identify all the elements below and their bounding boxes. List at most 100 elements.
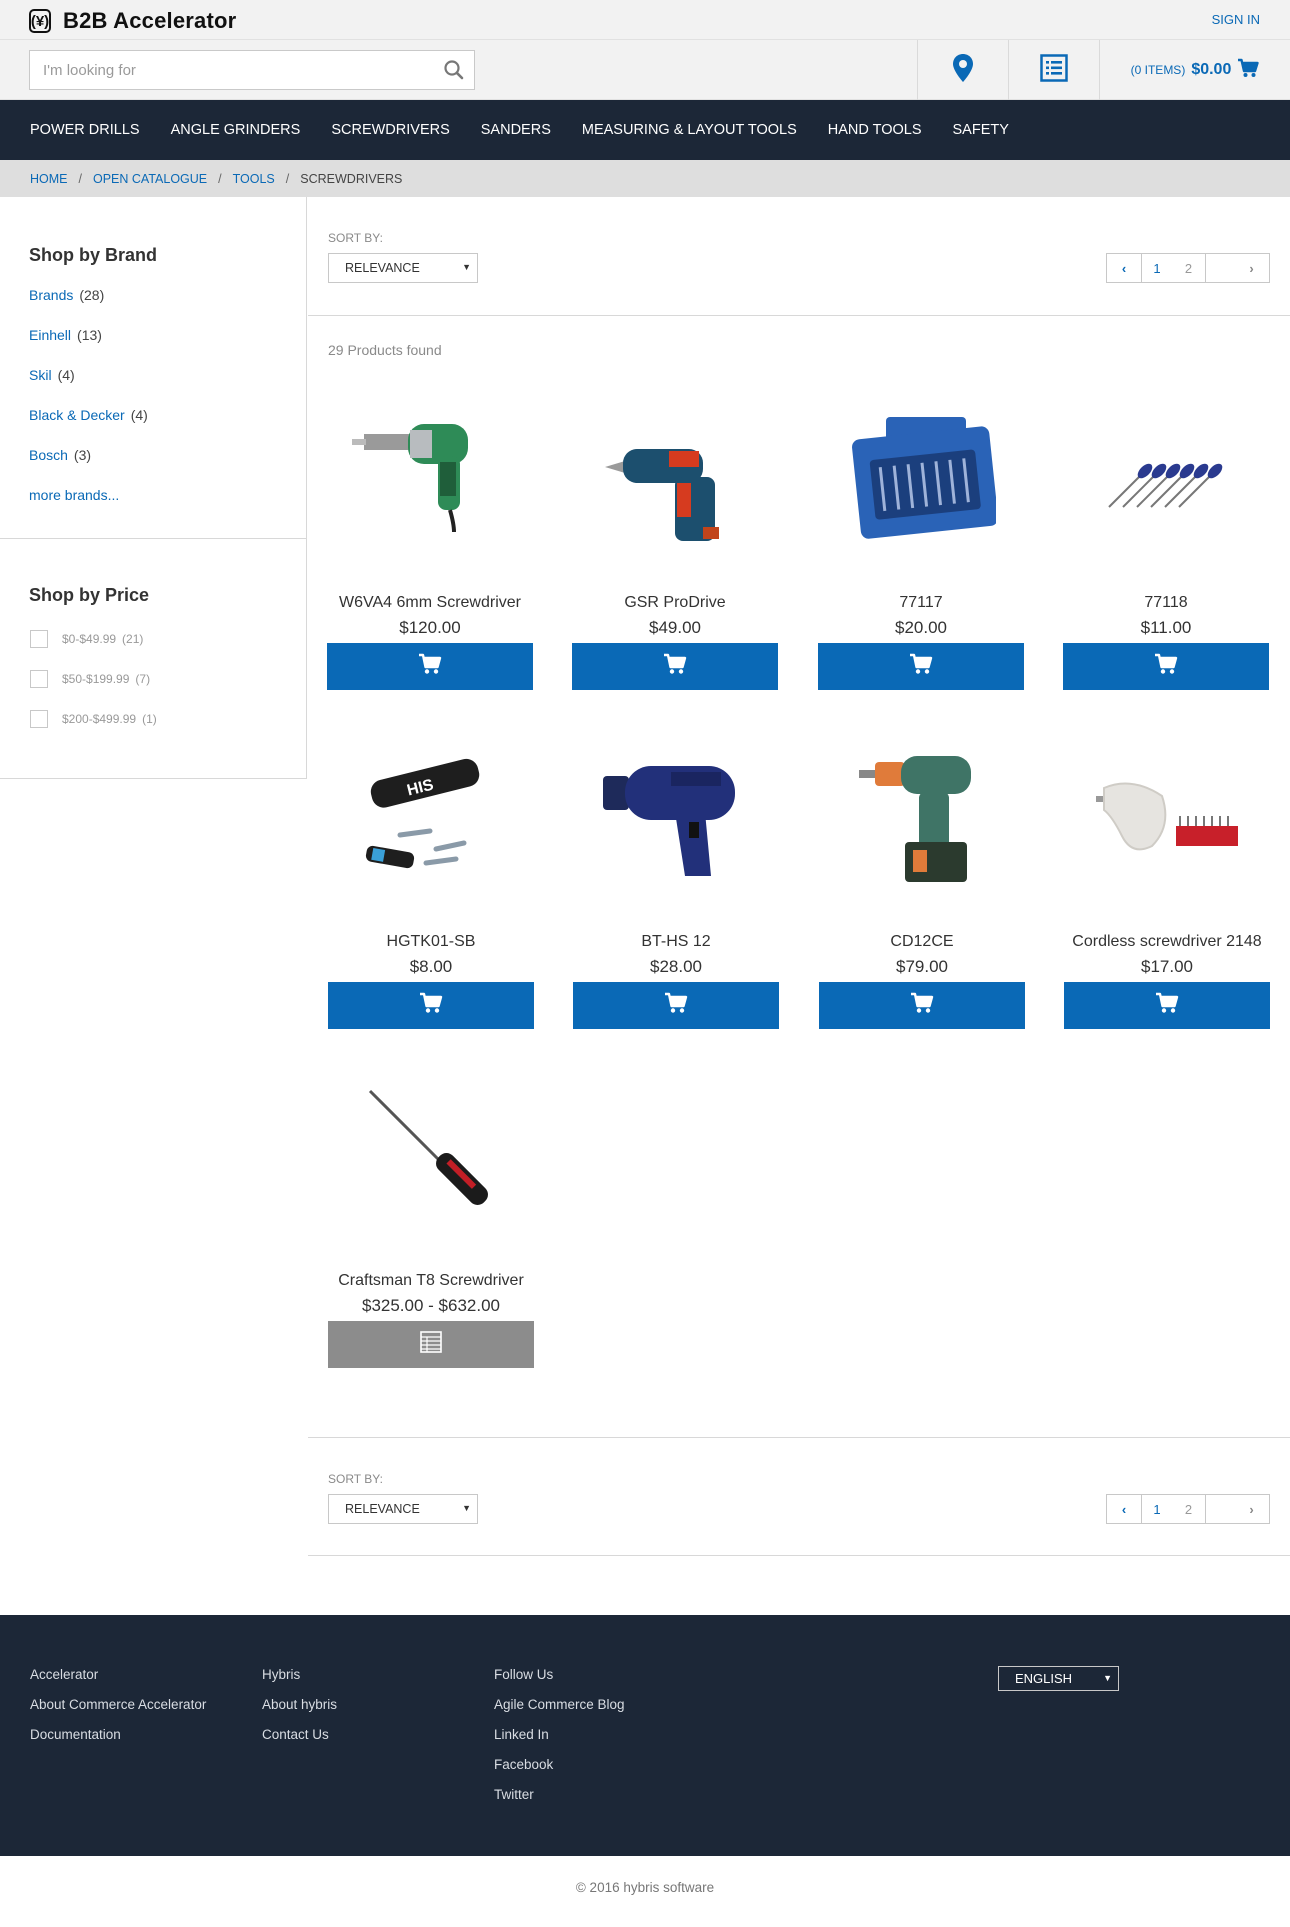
add-to-cart-button[interactable] — [819, 982, 1025, 1029]
product-image[interactable] — [337, 392, 523, 562]
product-name[interactable]: 77117 — [798, 594, 1044, 612]
mini-cart[interactable]: (0 ITEMS) $0.00 — [1099, 40, 1290, 100]
sort-label: SORT BY: — [328, 1472, 383, 1486]
cart-icon — [419, 992, 443, 1019]
pagination-page-1[interactable]: 1 — [1142, 254, 1172, 282]
price-checkbox[interactable] — [30, 670, 48, 688]
footer-link[interactable]: Twitter — [494, 1787, 625, 1817]
sort-value: RELEVANCE — [345, 261, 420, 275]
nav-item-measuring-layout-tools[interactable]: MEASURING & LAYOUT TOOLS — [582, 122, 797, 138]
product-image[interactable] — [829, 731, 1015, 901]
brand-facet-item[interactable]: Black & Decker (4) — [29, 407, 148, 447]
pagination-prev-button[interactable]: ‹ — [1107, 1495, 1142, 1523]
product-image[interactable] — [338, 1070, 524, 1240]
footer-link[interactable]: About hybris — [262, 1697, 337, 1727]
footer-link[interactable]: Linked In — [494, 1727, 625, 1757]
product-image[interactable] — [1074, 731, 1260, 901]
price-facet-item[interactable]: $0-$49.99 (21) — [30, 629, 143, 649]
brand-link[interactable]: Skil — [29, 367, 52, 383]
nav-item-power-drills[interactable]: POWER DRILLS — [30, 122, 140, 138]
product-name[interactable]: CD12CE — [799, 933, 1045, 951]
product-price: $11.00 — [1140, 618, 1192, 637]
add-to-cart-button[interactable] — [1063, 643, 1269, 690]
pagination-prev-button[interactable]: ‹ — [1107, 254, 1142, 282]
product-name[interactable]: Craftsman T8 Screwdriver — [308, 1272, 554, 1290]
brand-link[interactable]: Brands — [29, 287, 73, 303]
brand-link[interactable]: Black & Decker — [29, 407, 125, 423]
pagination: ‹ 1 2 › — [1106, 253, 1270, 283]
price-count: (21) — [122, 632, 144, 646]
sort-select[interactable]: RELEVANCE ▼ — [328, 1494, 478, 1524]
nav-item-hand-tools[interactable]: HAND TOOLS — [828, 122, 922, 138]
brand-link[interactable]: Einhell — [29, 327, 71, 343]
pagination-page-1[interactable]: 1 — [1142, 1495, 1172, 1523]
nav-item-screwdrivers[interactable]: SCREWDRIVERS — [331, 122, 449, 138]
nav-item-sanders[interactable]: SANDERS — [481, 122, 551, 138]
product-name[interactable]: W6VA4 6mm Screwdriver — [307, 594, 553, 612]
footer-link[interactable]: Facebook — [494, 1757, 625, 1787]
product-name[interactable]: HGTK01-SB — [308, 933, 554, 951]
brand-facet-item[interactable]: Bosch (3) — [29, 447, 148, 487]
product-image[interactable]: HIS — [338, 731, 524, 901]
add-to-cart-button[interactable] — [327, 643, 533, 690]
brand-facet-item[interactable]: Skil (4) — [29, 367, 148, 407]
footer-link[interactable]: Agile Commerce Blog — [494, 1697, 625, 1727]
product-name[interactable]: GSR ProDrive — [552, 594, 798, 612]
quick-order-button[interactable] — [1008, 40, 1099, 100]
price-facet-item[interactable]: $200-$499.99 (1) — [30, 709, 157, 729]
footer-link[interactable]: About Commerce Accelerator — [30, 1697, 206, 1727]
product-image[interactable] — [582, 392, 768, 562]
price-facet-item[interactable]: $50-$199.99 (7) — [30, 669, 150, 689]
sort-select[interactable]: RELEVANCE ▼ — [328, 253, 478, 283]
add-to-cart-button[interactable] — [328, 982, 534, 1029]
product-name[interactable]: Cordless screwdriver 2148 — [1044, 933, 1290, 951]
product-card: HIS HGTK01-SB $8.00 — [328, 731, 534, 1041]
sign-in-link[interactable]: SIGN IN — [1212, 12, 1260, 27]
price-checkbox[interactable] — [30, 710, 48, 728]
product-card: 77117 $20.00 — [818, 392, 1024, 702]
search-input[interactable] — [30, 51, 430, 89]
price-facet-title: Shop by Price — [29, 585, 150, 605]
breadcrumb: HOME / OPEN CATALOGUE / TOOLS / SCREWDRI… — [0, 160, 1290, 197]
more-brands-link[interactable]: more brands... — [29, 487, 119, 503]
nav-item-angle-grinders[interactable]: ANGLE GRINDERS — [171, 122, 301, 138]
price-checkbox[interactable] — [30, 630, 48, 648]
pagination-page-2[interactable]: 2 — [1172, 1495, 1206, 1523]
more-brands-item[interactable]: more brands... — [29, 487, 148, 527]
brand-facet-item[interactable]: Brands (28) — [29, 287, 148, 327]
breadcrumb-open-catalogue[interactable]: OPEN CATALOGUE — [93, 172, 207, 186]
site-footer: Accelerator About Commerce Accelerator D… — [0, 1615, 1290, 1856]
footer-link[interactable]: Documentation — [30, 1727, 206, 1757]
nav-item-safety[interactable]: SAFETY — [953, 122, 1009, 138]
pagination-next-button[interactable]: › — [1234, 254, 1269, 282]
footer-link[interactable]: Contact Us — [262, 1727, 337, 1757]
search-box — [29, 50, 475, 90]
search-icon[interactable] — [442, 58, 466, 82]
product-card: BT-HS 12 $28.00 — [573, 731, 779, 1041]
add-to-cart-button[interactable] — [572, 643, 778, 690]
pagination-page-2[interactable]: 2 — [1172, 254, 1206, 282]
add-to-cart-button[interactable] — [573, 982, 779, 1029]
view-variants-button[interactable] — [328, 1321, 534, 1368]
product-name[interactable]: 77118 — [1043, 594, 1289, 612]
product-image[interactable] — [1073, 392, 1259, 562]
site-logo[interactable]: (¥) B2B Accelerator — [29, 8, 236, 34]
brand-facet-item[interactable]: Einhell (13) — [29, 327, 148, 367]
breadcrumb-separator: / — [218, 171, 222, 186]
footer-column-follow: Follow Us Agile Commerce Blog Linked In … — [494, 1667, 625, 1817]
product-name[interactable]: BT-HS 12 — [553, 933, 799, 951]
breadcrumb-tools[interactable]: TOOLS — [233, 172, 275, 186]
cordless-screwdriver-icon — [605, 449, 719, 541]
product-image[interactable] — [828, 392, 1014, 562]
screwdriver-set-icon — [1108, 463, 1223, 508]
brand-link[interactable]: Bosch — [29, 447, 68, 463]
store-finder-button[interactable] — [917, 40, 1008, 100]
add-to-cart-button[interactable] — [818, 643, 1024, 690]
product-image[interactable] — [583, 731, 769, 901]
sort-label: SORT BY: — [328, 231, 383, 245]
add-to-cart-button[interactable] — [1064, 982, 1270, 1029]
language-select[interactable]: ENGLISH ▼ — [998, 1666, 1119, 1691]
pagination-next-button[interactable]: › — [1234, 1495, 1269, 1523]
breadcrumb-separator: / — [78, 171, 82, 186]
breadcrumb-home[interactable]: HOME — [30, 172, 68, 186]
